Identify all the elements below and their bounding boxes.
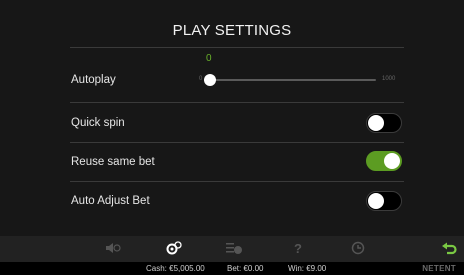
autoplay-slider-thumb[interactable] xyxy=(204,74,216,86)
divider xyxy=(70,181,404,182)
bet-amount: Bet: €0.00 xyxy=(227,264,264,273)
autoplay-max-label: 1000 xyxy=(382,76,396,82)
auto-adjust-bet-toggle[interactable] xyxy=(366,191,402,211)
help-icon[interactable]: ? xyxy=(289,241,307,255)
autoplay-value: 0 xyxy=(206,53,212,64)
history-icon[interactable] xyxy=(349,241,367,255)
status-footer: Cash: €5,005.00 Bet: €0.00 Win: €9.00 NE… xyxy=(0,262,464,275)
reuse-same-bet-label: Reuse same bet xyxy=(71,156,155,168)
win-amount: Win: €9.00 xyxy=(288,264,327,273)
settings-icon[interactable] xyxy=(165,241,183,255)
panel-title: PLAY SETTINGS xyxy=(172,22,292,39)
settings-panel: PLAY SETTINGS Autoplay 0 0 1000 Quick sp… xyxy=(0,0,464,236)
quick-spin-toggle[interactable] xyxy=(366,113,402,133)
divider xyxy=(70,102,404,103)
quick-spin-label: Quick spin xyxy=(71,117,125,129)
toggle-knob xyxy=(368,193,384,209)
toggle-knob xyxy=(368,115,384,131)
svg-text:?: ? xyxy=(294,241,302,255)
divider xyxy=(70,142,404,143)
back-arrow-icon[interactable] xyxy=(441,241,459,255)
auto-adjust-bet-label: Auto Adjust Bet xyxy=(71,195,150,207)
toggle-knob xyxy=(384,153,400,169)
cash-amount: Cash: €5,005.00 xyxy=(146,264,205,273)
bet-coins-icon[interactable] xyxy=(225,241,243,255)
sound-off-icon[interactable] xyxy=(104,241,122,255)
autoplay-slider-track[interactable] xyxy=(210,79,376,81)
reuse-same-bet-toggle[interactable] xyxy=(366,151,402,171)
autoplay-min-label: 0 xyxy=(199,76,203,82)
autoplay-label: Autoplay xyxy=(71,74,116,86)
brand-logo: NETENT xyxy=(422,264,456,273)
divider xyxy=(70,47,404,48)
